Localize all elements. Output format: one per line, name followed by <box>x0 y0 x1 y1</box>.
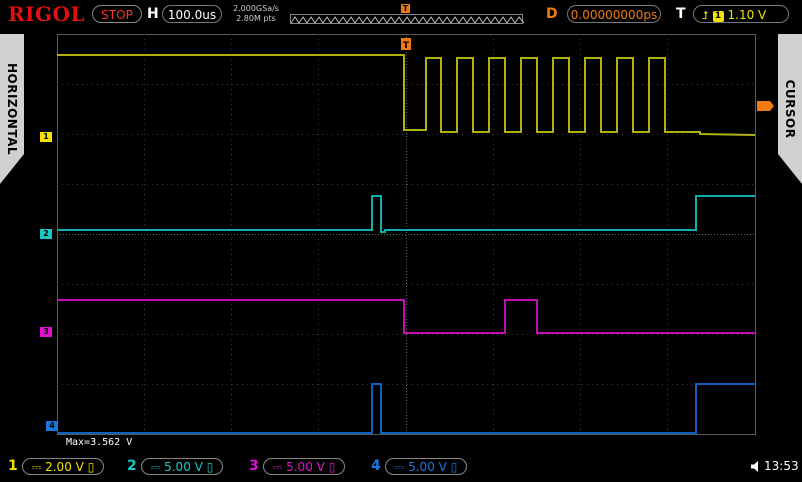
dc-coupling-icon: ⎓ <box>272 460 283 474</box>
ch4-label[interactable]: 4 <box>371 458 381 475</box>
ch4-scale[interactable]: ⎓ 5.00 V ▯ <box>385 458 467 475</box>
ch1-scale-value: 2.00 V <box>45 460 84 474</box>
trigger-marker-label: T <box>403 41 410 51</box>
dc-coupling-icon: ⎓ <box>31 460 42 474</box>
bandwidth-icon: ▯ <box>450 460 458 474</box>
ch2-offset-marker[interactable]: 2 <box>40 229 52 239</box>
clock: 13:53 <box>764 459 799 473</box>
ch4-scale-value: 5.00 V <box>408 460 447 474</box>
dc-coupling-icon: ⎓ <box>394 460 405 474</box>
ch3-label[interactable]: 3 <box>249 458 259 475</box>
ch1-scale[interactable]: ⎓ 2.00 V ▯ <box>22 458 104 475</box>
speaker-icon[interactable] <box>751 461 762 472</box>
dc-coupling-icon: ⎓ <box>150 460 161 474</box>
ch3-scale[interactable]: ⎓ 5.00 V ▯ <box>263 458 345 475</box>
ch4-offset-marker[interactable]: 4 <box>46 421 58 431</box>
bandwidth-icon: ▯ <box>328 460 336 474</box>
ch2-scale[interactable]: ⎓ 5.00 V ▯ <box>141 458 223 475</box>
trigger-level-marker[interactable] <box>757 101 774 111</box>
bandwidth-icon: ▯ <box>206 460 214 474</box>
waveform-display[interactable]: T <box>0 0 802 482</box>
ch3-scale-value: 5.00 V <box>286 460 325 474</box>
ch3-offset-marker[interactable]: 3 <box>40 327 52 337</box>
graticule <box>57 34 756 435</box>
ch1-offset-marker[interactable]: 1 <box>40 132 52 142</box>
ch1-label[interactable]: 1 <box>8 458 18 475</box>
ch2-label[interactable]: 2 <box>127 458 137 475</box>
ch2-scale-value: 5.00 V <box>164 460 203 474</box>
measurement-readout: Max=3.562 V <box>66 437 133 448</box>
bandwidth-icon: ▯ <box>87 460 95 474</box>
